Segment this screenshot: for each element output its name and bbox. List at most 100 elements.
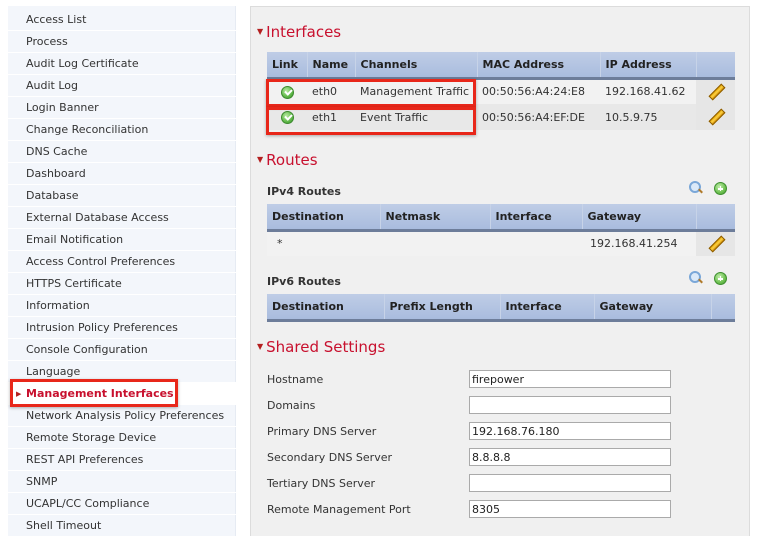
shared-settings-title: Shared Settings	[266, 338, 386, 356]
table-header: Destination Netmask Interface Gateway	[267, 204, 735, 232]
netmask-cell	[380, 230, 490, 256]
name-cell: eth0	[307, 78, 355, 104]
shared-settings-section-toggle[interactable]: ▼ Shared Settings	[257, 338, 385, 356]
edit-button[interactable]	[696, 104, 735, 130]
link-up-icon	[280, 110, 294, 124]
link-cell	[267, 104, 307, 130]
sidebar-item-label: External Database Access	[26, 211, 169, 224]
remote-management-port-input[interactable]	[469, 500, 671, 518]
edit-button[interactable]	[696, 78, 735, 104]
sidebar-item-rest-api-preferences[interactable]: REST API Preferences	[8, 449, 236, 471]
sidebar-item-database[interactable]: Database	[8, 185, 236, 207]
primary-dns-label: Primary DNS Server	[267, 425, 377, 438]
table-header: Destination Prefix Length Interface Gate…	[267, 294, 735, 322]
col-gateway: Gateway	[594, 294, 712, 322]
sidebar-item-login-banner[interactable]: Login Banner	[8, 97, 236, 119]
caret-right-icon: ▶	[16, 390, 22, 398]
sidebar-item-dashboard[interactable]: Dashboard	[8, 163, 236, 185]
col-link: Link	[267, 52, 308, 80]
interfaces-section-toggle[interactable]: ▼ Interfaces	[257, 23, 341, 41]
sidebar-item-remote-storage-device[interactable]: Remote Storage Device	[8, 427, 236, 449]
domains-input[interactable]	[469, 396, 671, 414]
ipv6-routes-title: IPv6 Routes	[267, 275, 341, 288]
edit-button[interactable]	[696, 230, 735, 256]
add-ipv6-route-button[interactable]	[714, 272, 727, 285]
sidebar-item-label: Audit Log	[26, 79, 78, 92]
sidebar-item-console-configuration[interactable]: Console Configuration	[8, 339, 236, 361]
sidebar-item-information[interactable]: Information	[8, 295, 236, 317]
table-header: Link Name Channels MAC Address IP Addres…	[267, 52, 735, 80]
col-mac-address: MAC Address	[477, 52, 601, 80]
sidebar-item-snmp[interactable]: SNMP	[8, 471, 236, 493]
col-actions	[696, 204, 735, 232]
secondary-dns-label: Secondary DNS Server	[267, 451, 393, 464]
caret-down-icon: ▼	[257, 342, 264, 351]
sidebar-item-access-control-preferences[interactable]: Access Control Preferences	[8, 251, 236, 273]
search-icon[interactable]	[689, 181, 703, 195]
tertiary-dns-label: Tertiary DNS Server	[267, 477, 376, 490]
sidebar-item-label: Dashboard	[26, 167, 86, 180]
search-icon[interactable]	[689, 271, 703, 285]
routes-title: Routes	[266, 151, 318, 169]
table-row[interactable]: * 192.168.41.254	[267, 230, 735, 256]
destination-cell: *	[267, 230, 380, 256]
secondary-dns-input[interactable]	[469, 448, 671, 466]
col-actions	[711, 294, 735, 322]
sidebar-item-process[interactable]: Process	[8, 31, 236, 53]
col-channels: Channels	[355, 52, 478, 80]
sidebar-item-network-analysis-policy-preferences[interactable]: Network Analysis Policy Preferences	[8, 405, 236, 427]
sidebar-item-label: Access Control Preferences	[26, 255, 176, 268]
sidebar-item-language[interactable]: Language	[8, 361, 236, 383]
sidebar-item-shell-timeout[interactable]: Shell Timeout	[8, 515, 236, 536]
sidebar-item-email-notification[interactable]: Email Notification	[8, 229, 236, 251]
table-row[interactable]: eth1 Event Traffic 00:50:56:A4:EF:DE 10.…	[267, 104, 735, 130]
pencil-icon	[708, 236, 724, 252]
main-panel: ▼ Interfaces Link Name Channels MAC Addre…	[250, 6, 750, 536]
sidebar-item-label: Remote Storage Device	[26, 431, 157, 444]
col-interface: Interface	[500, 294, 595, 322]
primary-dns-input[interactable]	[469, 422, 671, 440]
ip-cell: 192.168.41.62	[600, 78, 696, 104]
sidebar-item-label: UCAPL/CC Compliance	[26, 497, 150, 510]
add-ipv4-route-button[interactable]	[714, 182, 727, 195]
sidebar-item-change-reconciliation[interactable]: Change Reconciliation	[8, 119, 236, 141]
sidebar-item-external-database-access[interactable]: External Database Access	[8, 207, 236, 229]
domains-label: Domains	[267, 399, 316, 412]
caret-down-icon: ▼	[257, 155, 264, 164]
routes-section-toggle[interactable]: ▼ Routes	[257, 151, 318, 169]
interfaces-table: Link Name Channels MAC Address IP Addres…	[267, 52, 735, 130]
sidebar-item-management-interfaces[interactable]: ▶ Management Interfaces	[8, 383, 236, 405]
sidebar-item-audit-log-certificate[interactable]: Audit Log Certificate	[8, 53, 236, 75]
tertiary-dns-input[interactable]	[469, 474, 671, 492]
pencil-icon	[708, 84, 724, 100]
sidebar-item-dns-cache[interactable]: DNS Cache	[8, 141, 236, 163]
col-actions	[696, 52, 735, 80]
channels-cell: Management Traffic	[355, 78, 477, 104]
col-netmask: Netmask	[380, 204, 491, 232]
sidebar-item-label: HTTPS Certificate	[26, 277, 122, 290]
table-row[interactable]: eth0 Management Traffic 00:50:56:A4:24:E…	[267, 78, 735, 104]
col-name: Name	[307, 52, 356, 80]
sidebar-item-label: Language	[26, 365, 81, 378]
link-up-icon	[280, 85, 294, 99]
sidebar-item-label: Database	[26, 189, 79, 202]
ip-cell: 10.5.9.75	[600, 104, 696, 130]
ipv4-routes-table: Destination Netmask Interface Gateway * …	[267, 204, 735, 256]
sidebar-item-https-certificate[interactable]: HTTPS Certificate	[8, 273, 236, 295]
sidebar-item-audit-log[interactable]: Audit Log	[8, 75, 236, 97]
sidebar-item-access-list[interactable]: Access List	[8, 9, 236, 31]
sidebar-item-label: Information	[26, 299, 90, 312]
sidebar-item-label: REST API Preferences	[26, 453, 144, 466]
link-cell	[267, 78, 307, 104]
col-gateway: Gateway	[582, 204, 697, 232]
sidebar-item-intrusion-policy-preferences[interactable]: Intrusion Policy Preferences	[8, 317, 236, 339]
pencil-icon	[708, 109, 724, 125]
sidebar-item-label: Audit Log Certificate	[26, 57, 139, 70]
sidebar-item-label: DNS Cache	[26, 145, 88, 158]
hostname-input[interactable]	[469, 370, 671, 388]
sidebar-item-label: Email Notification	[26, 233, 124, 246]
sidebar-item-ucapl-cc-compliance[interactable]: UCAPL/CC Compliance	[8, 493, 236, 515]
sidebar-item-label: Process	[26, 35, 68, 48]
col-destination: Destination	[267, 294, 385, 322]
sidebar-item-label: Access List	[26, 13, 87, 26]
